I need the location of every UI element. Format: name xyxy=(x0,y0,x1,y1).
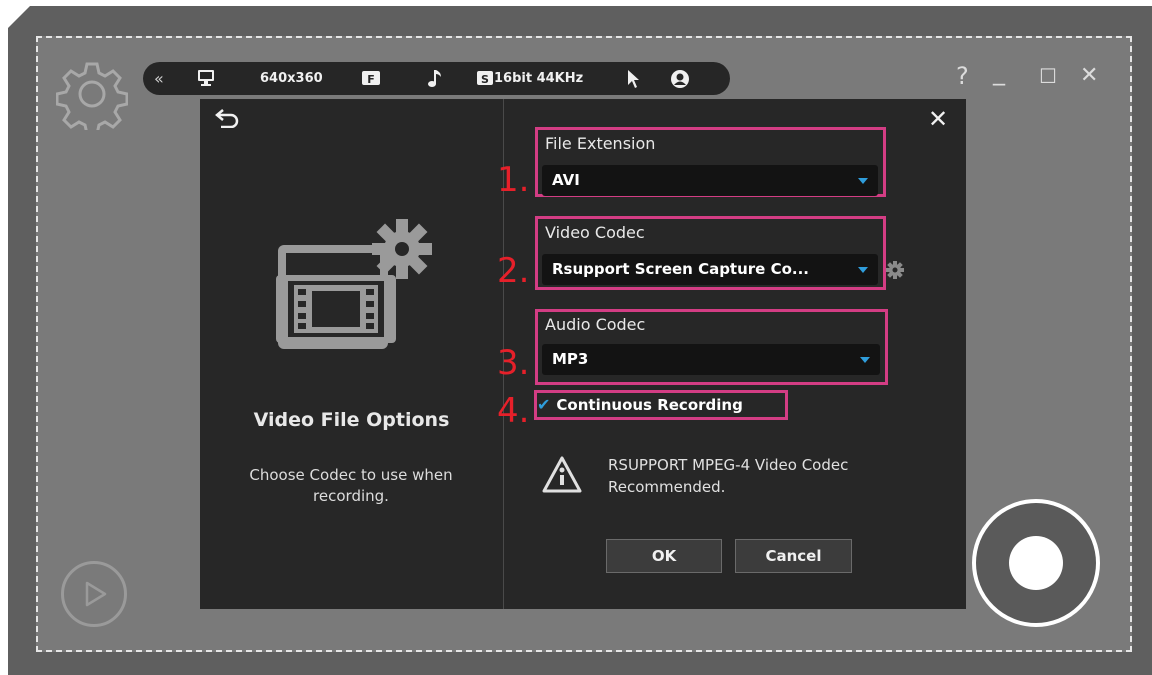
step-number-3: 3. xyxy=(497,343,530,383)
resolution-label[interactable]: 640x360 xyxy=(260,62,323,95)
codec-settings-icon[interactable] xyxy=(885,260,905,280)
back-arrow-icon[interactable] xyxy=(215,108,241,128)
music-note-icon[interactable] xyxy=(426,62,442,95)
file-extension-label: File Extension xyxy=(545,134,656,153)
continuous-recording-checkbox[interactable]: ✔ Continuous Recording xyxy=(537,393,743,417)
audio-badge: S xyxy=(481,73,489,86)
audio-source-icon[interactable]: S xyxy=(477,62,493,95)
chevron-down-icon xyxy=(858,178,868,184)
chevron-down-icon xyxy=(858,267,868,273)
checkmark-icon: ✔ xyxy=(537,395,551,414)
dialog-description: Choose Codec to use when recording. xyxy=(249,466,453,505)
close-window-button[interactable]: ✕ xyxy=(1080,64,1098,88)
step-number-1: 1. xyxy=(497,160,530,200)
framerate-icon[interactable]: F xyxy=(361,62,381,95)
chevron-down-icon xyxy=(860,357,870,363)
step-number-2: 2. xyxy=(497,251,530,291)
video-codec-value: Rsupport Screen Capture Co... xyxy=(552,260,809,278)
audio-codec-select[interactable]: MP3 xyxy=(542,344,880,375)
framerate-badge: F xyxy=(367,73,375,86)
warning-icon xyxy=(542,456,582,493)
video-codec-select[interactable]: Rsupport Screen Capture Co... xyxy=(542,254,878,285)
collapse-toolbar-button[interactable]: « xyxy=(154,62,164,95)
ok-button[interactable]: OK xyxy=(606,539,722,573)
play-icon xyxy=(85,581,107,607)
dialog-title: Video File Options xyxy=(253,409,450,431)
record-icon xyxy=(1009,536,1063,590)
audio-codec-value: MP3 xyxy=(552,350,589,368)
video-settings-icon xyxy=(276,219,432,349)
minimize-button[interactable]: _ xyxy=(993,60,1005,84)
cancel-button[interactable]: Cancel xyxy=(735,539,852,573)
continuous-recording-label: Continuous Recording xyxy=(556,396,743,414)
video-codec-label: Video Codec xyxy=(545,223,645,242)
cursor-icon[interactable] xyxy=(627,62,641,95)
record-button[interactable] xyxy=(972,499,1100,627)
codec-recommendation-text: RSUPPORT MPEG-4 Video Codec Recommended. xyxy=(608,456,849,496)
help-button[interactable]: ? xyxy=(956,64,969,88)
step-number-4: 4. xyxy=(497,391,530,431)
audio-format-label[interactable]: 16bit 44KHz xyxy=(494,62,583,95)
toolbar: « 640x360 F S 16bit 44KHz xyxy=(143,62,730,95)
play-button[interactable] xyxy=(61,561,127,627)
dialog-close-button[interactable]: ✕ xyxy=(928,107,948,131)
settings-gear-icon[interactable] xyxy=(56,58,128,130)
file-extension-select[interactable]: AVI xyxy=(542,165,878,196)
file-extension-value: AVI xyxy=(552,171,580,189)
corner-decoration xyxy=(8,6,30,28)
maximize-button[interactable]: ☐ xyxy=(1039,64,1057,88)
monitor-icon[interactable] xyxy=(197,62,215,95)
webcam-icon[interactable] xyxy=(670,62,690,95)
audio-codec-label: Audio Codec xyxy=(545,315,646,334)
